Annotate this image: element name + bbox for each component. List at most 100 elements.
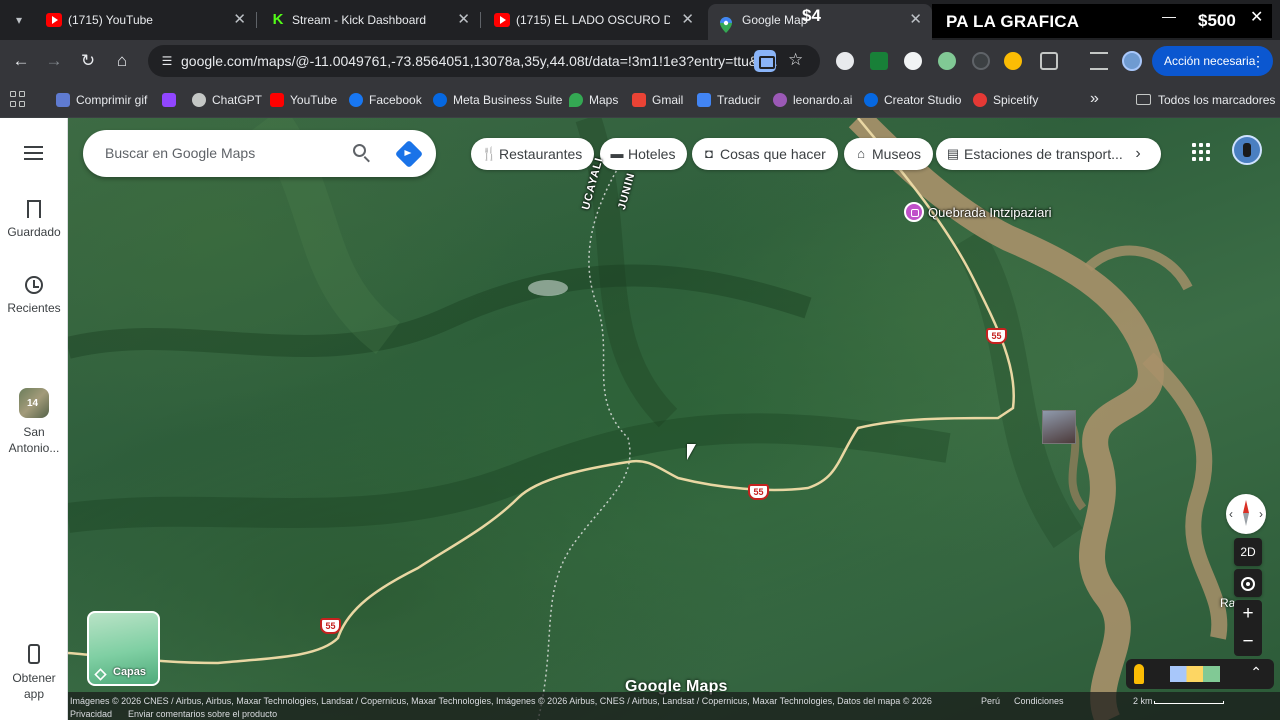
chip-cosas-que-hacer[interactable]: ◘ Cosas que hacer	[692, 138, 838, 170]
url-text[interactable]: google.com/maps/@-11.0049761,-73.8564051…	[181, 53, 778, 69]
privacy-link[interactable]: Privacidad	[70, 709, 112, 719]
youtube-icon	[494, 13, 510, 27]
imagery-thumbnails[interactable]	[1170, 666, 1220, 682]
museum-icon: ⌂	[857, 146, 865, 161]
chip-label: Restaurantes	[499, 146, 583, 162]
meta-icon	[864, 93, 878, 107]
my-location-button[interactable]	[1234, 569, 1262, 597]
bookmark-label: Spicetify	[993, 93, 1039, 107]
bookmark-gmail[interactable]: Gmail	[632, 90, 683, 110]
apps-grid-icon[interactable]	[10, 91, 26, 107]
scale-label[interactable]: 2 km	[1133, 696, 1153, 706]
compass-button[interactable]: ‹ ›	[1226, 494, 1266, 534]
chevron-right-icon[interactable]: ›	[1122, 138, 1154, 170]
extension-add-icon[interactable]	[836, 52, 854, 70]
scale-bar	[1154, 701, 1224, 704]
layers-label-text: Capas	[113, 666, 147, 678]
tab-youtube[interactable]: (1715) YouTube ✕	[34, 4, 256, 36]
imagery-attribution: Imágenes © 2026 CNES / Airbus, Airbus, M…	[70, 696, 932, 706]
tab-strip: ▾ (1715) YouTube ✕ K Stream - Kick Dashb…	[0, 0, 1280, 40]
address-bar[interactable]: ☰ google.com/maps/@-11.0049761,-73.85640…	[148, 45, 820, 77]
youtube-icon	[46, 13, 62, 27]
tab-search-button[interactable]: ▾	[8, 9, 30, 31]
rail-recent-button[interactable]: Recientes	[0, 276, 68, 316]
rail-saved-button[interactable]: Guardado	[0, 200, 68, 240]
zoom-controls: + −	[1234, 600, 1262, 656]
stream-overlay-amount: $4	[802, 6, 821, 25]
rail-get-app-button[interactable]: Obtener app	[0, 644, 68, 702]
poi-quebrada-intzipaziari[interactable]: Quebrada Intzipaziari	[904, 202, 1052, 224]
extension-chat-icon[interactable]	[938, 52, 956, 70]
directions-icon[interactable]	[394, 139, 424, 169]
action-needed-button[interactable]: Acción necesaria ⋮	[1152, 46, 1273, 76]
bookmark-meta-business-suite[interactable]: Meta Business Suite	[433, 90, 562, 110]
home-icon[interactable]: ⌂	[111, 50, 133, 72]
search-input[interactable]	[105, 142, 335, 164]
bookmark-creator-studio[interactable]: Creator Studio	[864, 90, 961, 110]
account-avatar[interactable]	[1232, 135, 1262, 165]
rotate-right-icon[interactable]: ›	[1259, 507, 1263, 521]
extension-diamond-icon[interactable]	[904, 52, 922, 70]
rotate-left-icon[interactable]: ‹	[1229, 507, 1233, 521]
reload-icon[interactable]: ↻	[77, 50, 99, 72]
more-menu-icon[interactable]: ⋮	[1251, 46, 1265, 76]
expand-icon[interactable]: ⌃	[1250, 664, 1262, 681]
layers-button[interactable]: Capas	[87, 611, 160, 686]
search-bar	[83, 130, 436, 177]
profile-avatar[interactable]	[1122, 51, 1142, 71]
all-bookmarks-folder[interactable]: Todos los marcadores	[1136, 90, 1275, 110]
chip-restaurantes[interactable]: 🍴 Restaurantes	[471, 138, 595, 170]
rail-recent-place[interactable]: 14 San Antonio...	[0, 388, 68, 456]
window-close-icon[interactable]: ✕	[1250, 7, 1263, 27]
bookmark-chatgpt[interactable]: ChatGPT	[192, 90, 262, 110]
chip-museos[interactable]: ⌂ Museos	[844, 138, 934, 170]
bookmark-star-icon[interactable]: ☆	[788, 50, 803, 70]
close-icon[interactable]: ✕	[233, 4, 246, 36]
extension-download-icon[interactable]	[870, 52, 888, 70]
bookmark-traducir[interactable]: Traducir	[697, 90, 761, 110]
bookmark-maps[interactable]: Maps	[569, 90, 618, 110]
bookmarks-overflow-button[interactable]: »	[1090, 90, 1099, 108]
feedback-link[interactable]: Enviar comentarios sobre el producto	[128, 709, 277, 719]
bookmark-facebook[interactable]: Facebook	[349, 90, 422, 110]
search-icon[interactable]	[351, 142, 375, 166]
site-settings-icon[interactable]: ☰	[158, 52, 176, 70]
extension-record-icon[interactable]	[972, 52, 990, 70]
camera-icon: ◘	[705, 146, 713, 161]
pegman-icon[interactable]	[1134, 664, 1144, 684]
menu-icon[interactable]	[24, 146, 43, 160]
tab-title: (1715) EL LADO OSCURO DE LOS	[516, 13, 670, 27]
extensions-puzzle-icon[interactable]	[1040, 52, 1058, 70]
reading-list-icon[interactable]	[1090, 52, 1108, 70]
region-label[interactable]: Perú	[981, 696, 1000, 706]
satellite-terrain	[68, 118, 1228, 720]
tab-separator	[256, 12, 257, 28]
close-icon[interactable]: ✕	[681, 4, 694, 36]
google-apps-icon[interactable]	[1192, 143, 1210, 161]
toggle-2d-button[interactable]: 2D	[1234, 538, 1262, 566]
bookmark-spicetify[interactable]: Spicetify	[973, 90, 1038, 110]
bookmark-leonardo-ai[interactable]: leonardo.ai	[773, 90, 852, 110]
install-app-icon[interactable]	[754, 50, 776, 72]
back-icon[interactable]: ←	[10, 50, 32, 72]
map-canvas[interactable]: 🍴Restaurantes ▬Hoteles ◘Cosas que hacer …	[68, 118, 1280, 720]
tab-youtube-video[interactable]: (1715) EL LADO OSCURO DE LOS ✕	[482, 4, 704, 36]
bookmark-comprimir-gif[interactable]: Comprimir gif	[56, 90, 147, 110]
tab-kick-dashboard[interactable]: K Stream - Kick Dashboard ✕	[258, 4, 480, 36]
map-footer: Imágenes © 2026 CNES / Airbus, Airbus, M…	[68, 692, 1280, 720]
layers-label: Capas	[94, 666, 147, 681]
close-icon[interactable]: ✕	[457, 4, 470, 36]
extension-color-icon[interactable]	[1004, 52, 1022, 70]
rail-saved-label: Guardado	[7, 225, 61, 239]
forward-icon[interactable]: →	[43, 50, 65, 72]
bookmark-twitch[interactable]	[162, 90, 176, 110]
minimize-icon[interactable]: —	[1162, 8, 1176, 24]
translate-icon	[697, 93, 711, 107]
close-icon[interactable]: ✕	[909, 4, 922, 36]
chip-hoteles[interactable]: ▬ Hoteles	[600, 138, 688, 170]
bookmark-youtube[interactable]: YouTube	[270, 90, 337, 110]
terms-link[interactable]: Condiciones	[1014, 696, 1064, 706]
zoom-out-button[interactable]: −	[1234, 628, 1262, 656]
restaurant-icon: 🍴	[481, 146, 498, 161]
zoom-in-button[interactable]: +	[1234, 600, 1262, 628]
